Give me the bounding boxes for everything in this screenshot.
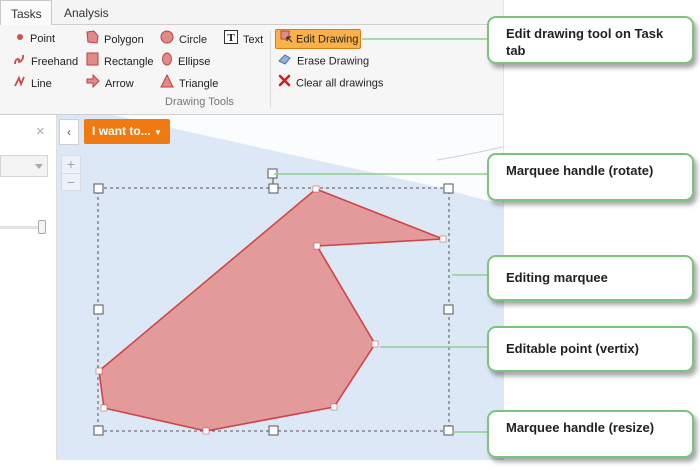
arrow-icon: [86, 73, 100, 94]
collapse-panel-button[interactable]: ‹: [59, 119, 79, 145]
map-view[interactable]: ‹ I want to... ▼ + −: [57, 115, 503, 460]
callout-marquee-resize-handle: Marquee handle (resize): [487, 410, 694, 458]
freehand-label: Freehand: [31, 55, 79, 68]
polygon-label: Polygon: [104, 33, 144, 46]
text-icon: T: [224, 30, 238, 50]
close-icon[interactable]: ×: [36, 123, 45, 140]
freehand-icon: [13, 52, 26, 72]
eraser-icon: [278, 52, 292, 71]
resize-handle[interactable]: [268, 183, 279, 194]
point-icon: [15, 30, 25, 48]
svg-text:T: T: [227, 32, 235, 44]
edit-drawing-icon: [280, 30, 293, 49]
circle-label: Circle: [179, 33, 208, 46]
ribbon-tab-bar: Tasks Analysis: [0, 0, 503, 25]
i-want-to-label: I want to...: [92, 124, 151, 138]
resize-handle[interactable]: [443, 304, 454, 315]
chevron-down-icon: [35, 164, 43, 169]
clear-all-drawings-tool[interactable]: Clear all drawings: [278, 74, 383, 92]
resize-handle[interactable]: [443, 183, 454, 194]
rectangle-label: Rectangle: [104, 55, 154, 68]
zoom-in-button[interactable]: +: [62, 156, 80, 173]
line-label: Line: [31, 77, 52, 90]
slider-handle[interactable]: [38, 220, 46, 234]
vertex-handle[interactable]: [313, 242, 321, 250]
circle-tool[interactable]: Circle: [160, 30, 207, 48]
vertex-handle[interactable]: [95, 367, 103, 375]
resize-handle[interactable]: [93, 304, 104, 315]
line-icon: [13, 74, 26, 94]
rotate-handle[interactable]: [267, 168, 278, 179]
vertex-handle[interactable]: [371, 340, 379, 348]
arrow-tool[interactable]: Arrow: [86, 73, 134, 94]
callout-editing-marquee: Editing marquee: [487, 255, 694, 301]
panel-dropdown[interactable]: [0, 155, 48, 177]
ellipse-label: Ellipse: [178, 55, 211, 68]
point-label: Point: [30, 33, 56, 45]
rectangle-icon: [86, 52, 99, 72]
vertex-handle[interactable]: [202, 427, 210, 435]
vertex-handle[interactable]: [100, 404, 108, 412]
line-tool[interactable]: Line: [13, 74, 52, 92]
triangle-icon: [160, 73, 174, 94]
resize-handle[interactable]: [93, 425, 104, 436]
drawn-polygon[interactable]: [98, 188, 444, 432]
zoom-out-button[interactable]: −: [62, 173, 80, 191]
point-tool[interactable]: Point: [15, 30, 55, 48]
callout-editable-point: Editable point (vertix): [487, 326, 694, 372]
polygon-icon: [86, 30, 99, 50]
clear-x-icon: [278, 74, 291, 93]
polygon-tool[interactable]: Polygon: [86, 30, 144, 48]
freehand-tool[interactable]: Freehand: [13, 52, 78, 70]
app-window: Tasks Analysis Point Freehand Line Polyg…: [0, 0, 504, 460]
ellipse-icon: [161, 52, 173, 72]
ribbon-separator: [270, 30, 271, 108]
edit-drawing-label: Edit Drawing: [296, 33, 359, 46]
text-tool[interactable]: T Text: [224, 30, 263, 48]
vertex-handle[interactable]: [439, 235, 447, 243]
drawing-tools-group-label: Drawing Tools: [165, 96, 234, 108]
callout-edit-drawing-tool: Edit drawing tool on Task tab: [487, 16, 694, 64]
resize-handle[interactable]: [268, 425, 279, 436]
tab-analysis[interactable]: Analysis: [54, 0, 119, 24]
erase-drawing-tool[interactable]: Erase Drawing: [278, 52, 369, 70]
rectangle-tool[interactable]: Rectangle: [86, 52, 154, 70]
triangle-tool[interactable]: Triangle: [160, 73, 219, 94]
callout-marquee-rotate-handle: Marquee handle (rotate): [487, 153, 694, 201]
circle-icon: [160, 30, 174, 50]
arrow-label: Arrow: [105, 77, 134, 90]
edit-drawing-button[interactable]: Edit Drawing: [275, 29, 361, 49]
i-want-to-button[interactable]: I want to... ▼: [84, 119, 170, 144]
text-label: Text: [243, 33, 264, 46]
vertex-handle[interactable]: [330, 403, 338, 411]
resize-handle[interactable]: [443, 425, 454, 436]
erase-drawing-label: Erase Drawing: [297, 55, 370, 68]
left-panel: ×: [0, 115, 57, 460]
triangle-label: Triangle: [179, 77, 219, 90]
clear-all-label: Clear all drawings: [296, 77, 384, 90]
ellipse-tool[interactable]: Ellipse: [161, 52, 210, 70]
zoom-control: + −: [61, 155, 81, 191]
caret-down-icon: ▼: [154, 128, 162, 137]
vertex-handle[interactable]: [312, 185, 320, 193]
tab-tasks[interactable]: Tasks: [0, 0, 52, 25]
resize-handle[interactable]: [93, 183, 104, 194]
map-drawing-canvas: [93, 115, 503, 436]
